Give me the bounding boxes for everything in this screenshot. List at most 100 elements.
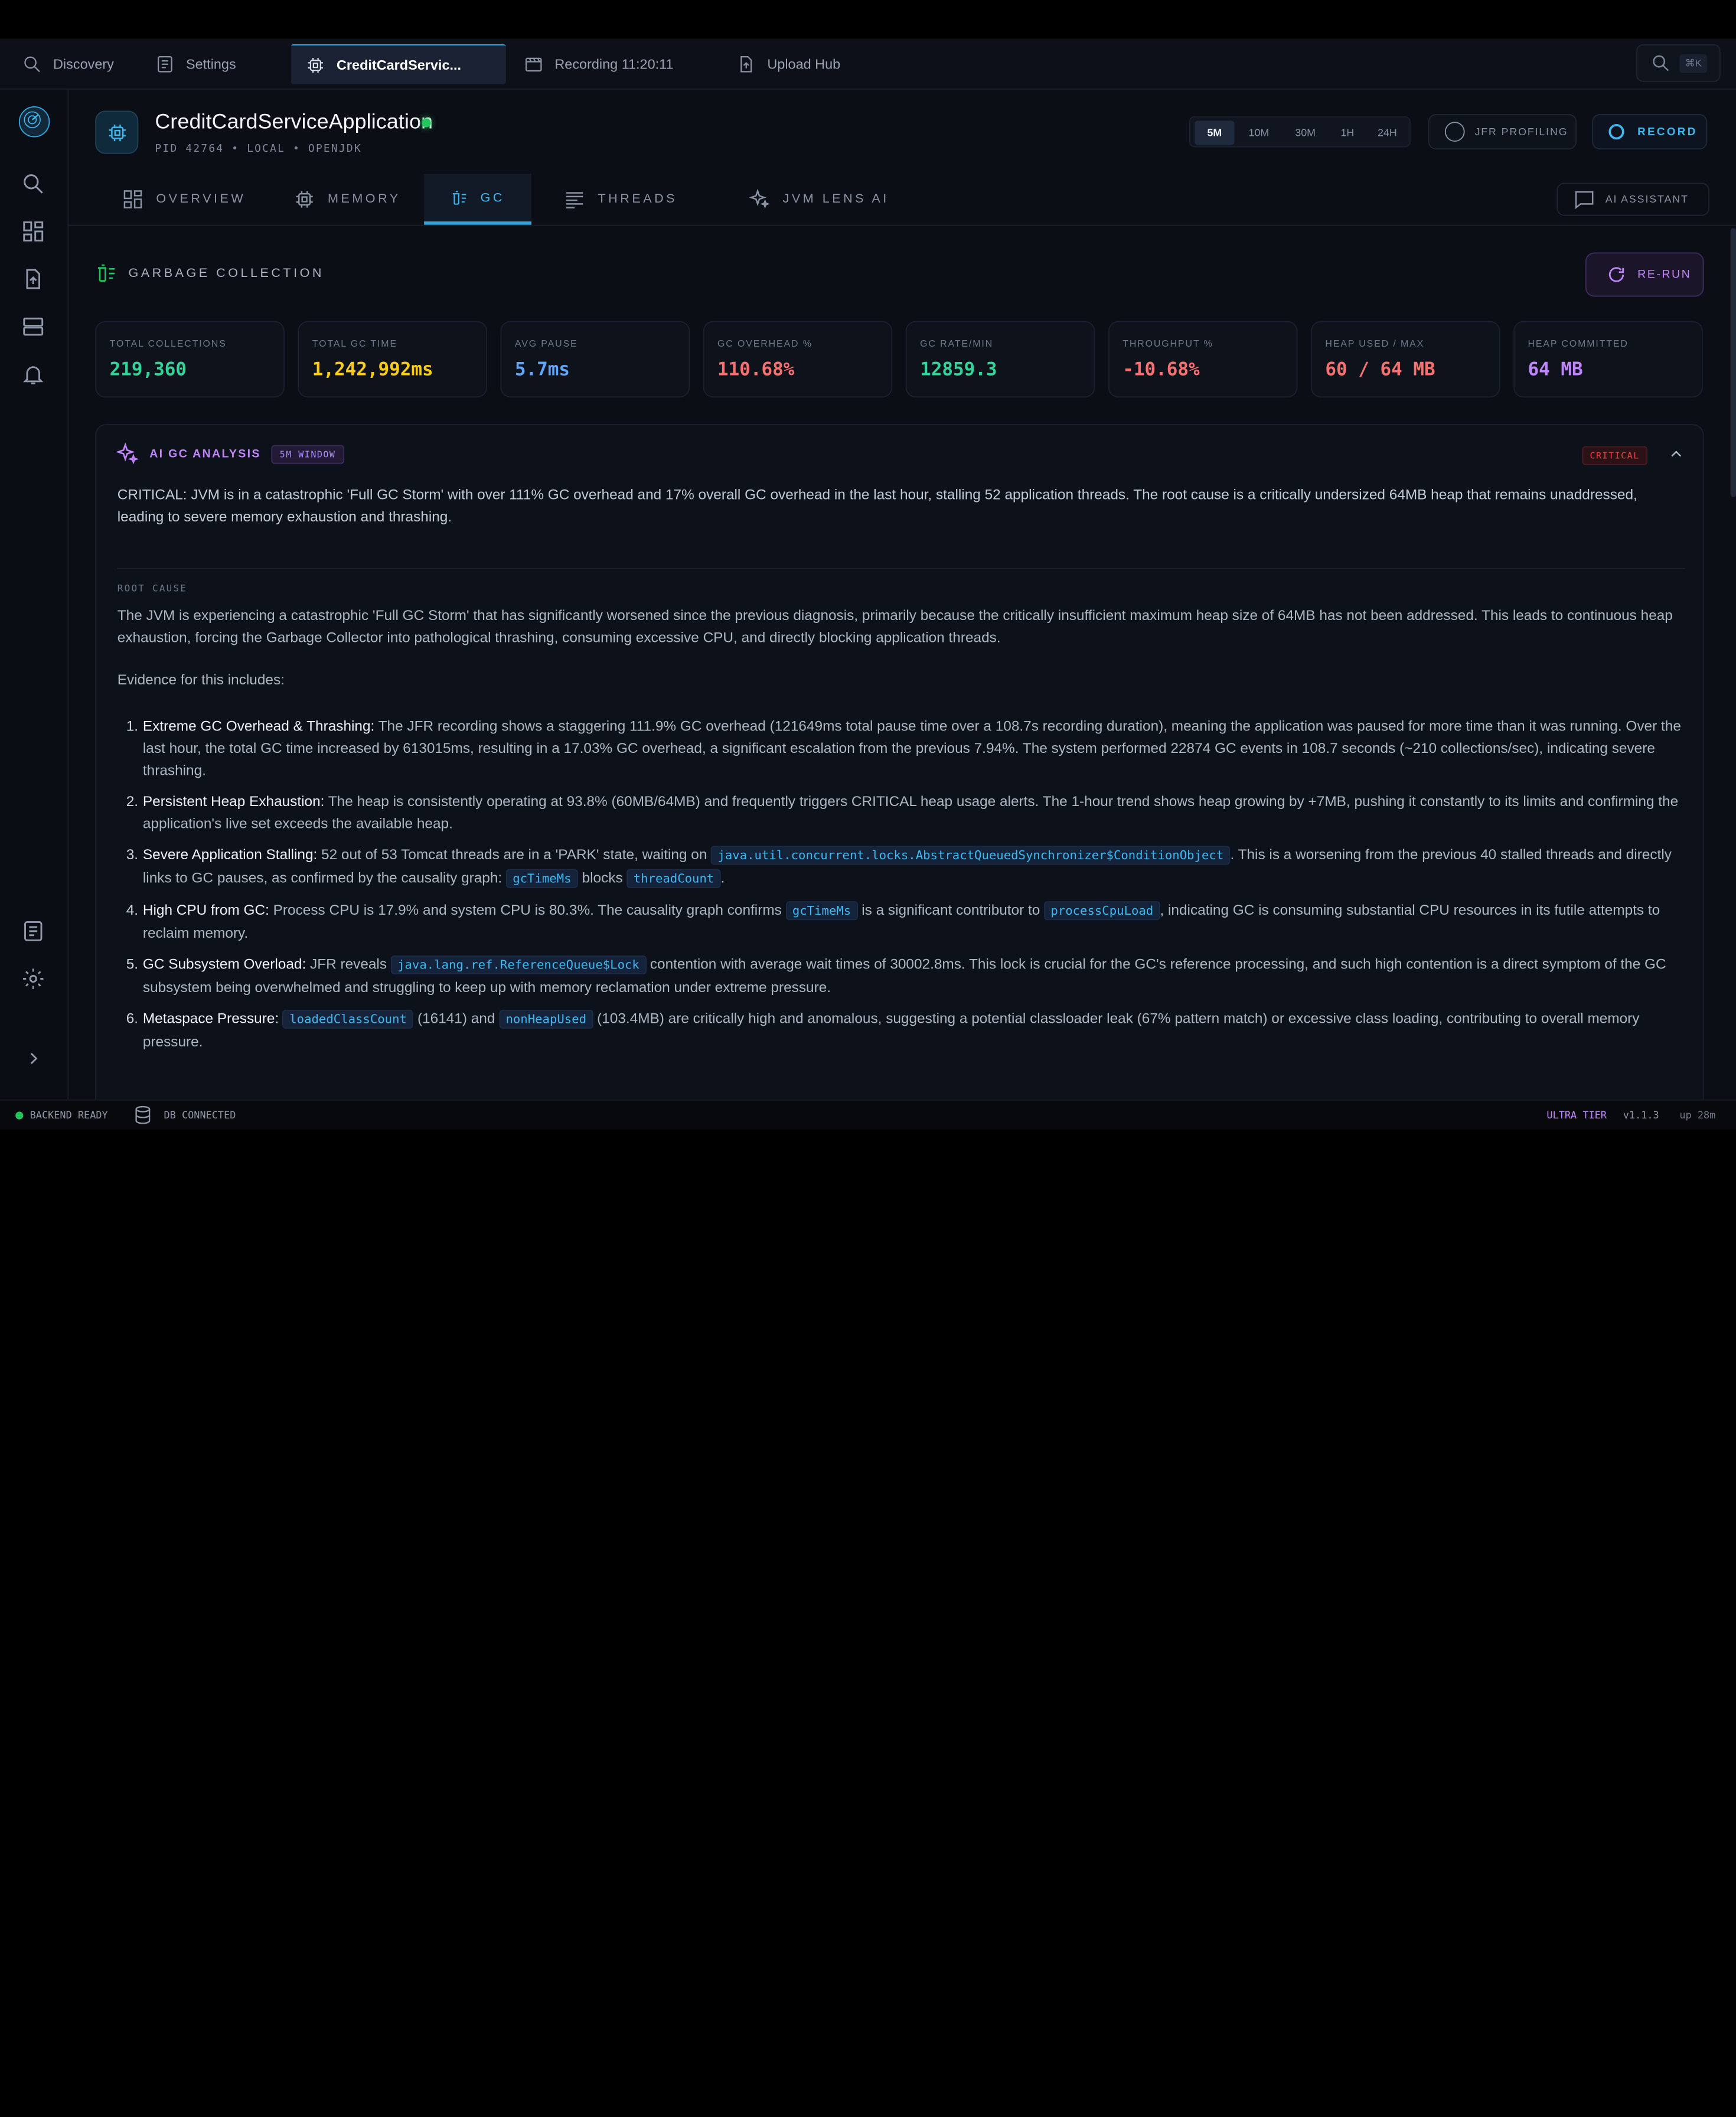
file-upload-icon [740, 56, 752, 73]
stat-label: AVG PAUSE [514, 337, 578, 349]
window-badge: 5M WINDOW [270, 444, 345, 464]
status-dot [422, 118, 431, 128]
collapse-button[interactable] [1668, 445, 1685, 463]
trash-list-icon [452, 190, 466, 204]
stat-label: TOTAL COLLECTIONS [109, 337, 227, 349]
range-1h[interactable]: 1H [1332, 120, 1363, 145]
app-icon [95, 110, 139, 154]
scrollbar[interactable] [1730, 228, 1736, 497]
list-item: 3. Severe Application Stalling: 52 out of… [118, 844, 1685, 890]
ai-analysis-title: AI GC ANALYSIS [149, 447, 261, 461]
tab-creditcardservice[interactable]: CreditCardServic... [291, 44, 506, 84]
range-10m[interactable]: 10M [1239, 120, 1279, 145]
tab-overview[interactable]: OVERVIEW [122, 174, 246, 224]
tab-settings[interactable]: Settings [155, 44, 236, 84]
item-number: 2. [126, 792, 139, 810]
tab-label: Discovery [53, 56, 114, 72]
app-window: Discovery Settings CreditCardServic... R… [0, 0, 1736, 1130]
range-5m[interactable]: 5M [1195, 120, 1235, 145]
tab-label: Settings [186, 56, 236, 72]
code-chip: java.util.concurrent.locks.AbstractQueue… [711, 846, 1231, 865]
document-icon [24, 921, 43, 941]
rerun-button[interactable]: RE-RUN [1585, 252, 1704, 297]
item-number: 5. [126, 955, 139, 973]
tab-memory[interactable]: MEMORY [293, 174, 401, 224]
sidebar-search[interactable] [21, 172, 48, 198]
tab-label: Upload Hub [767, 56, 841, 72]
chat-icon [1575, 191, 1594, 210]
item-text: blocks [577, 869, 627, 886]
item-text: The heap is consistently operating at 93… [142, 792, 1679, 832]
stat-card: HEAP COMMITTED 64 MB [1513, 321, 1703, 398]
tab-gc[interactable]: GC [424, 174, 531, 225]
page-title: CreditCardServiceApplication [155, 110, 433, 134]
backend-status-dot [15, 1111, 24, 1120]
sidebar-expand[interactable] [21, 1046, 48, 1073]
root-cause-text: The JVM is experiencing a catastrophic '… [117, 606, 1673, 646]
item-title: Metaspace Pressure: [142, 1010, 279, 1027]
list-item: 2. Persistent Heap Exhaustion: The heap i… [118, 791, 1685, 835]
sidebar-upload[interactable] [21, 267, 48, 293]
stat-card: TOTAL GC TIME 1,242,992ms [298, 321, 487, 398]
tab-jvm-lens-ai[interactable]: JVM LENS AI [749, 174, 889, 224]
chevron-up-icon [1671, 451, 1682, 457]
shortcut-badge: ⌘K [1679, 53, 1708, 73]
stat-value: 60 / 64 MB [1325, 358, 1435, 380]
tab-label: JVM LENS AI [782, 193, 889, 206]
stat-value: 110.68% [717, 358, 795, 380]
tab-upload-hub[interactable]: Upload Hub [736, 44, 840, 84]
stat-card: GC RATE/MIN 12859.3 [905, 321, 1095, 398]
analysis-summary: CRITICAL: JVM is in a catastrophic 'Full… [117, 486, 1637, 525]
record-button[interactable]: RECORD [1592, 114, 1708, 150]
stat-card: TOTAL COLLECTIONS 219,360 [95, 321, 285, 398]
gear-icon [23, 968, 44, 989]
jfr-profiling-toggle[interactable]: JFR PROFILING [1428, 114, 1577, 150]
sidebar-dashboard[interactable] [21, 219, 48, 246]
stat-label: THROUGHPUT % [1122, 337, 1213, 349]
stat-value: 1,242,992ms [312, 358, 433, 380]
sidebar-logs[interactable] [21, 919, 48, 945]
sparkles-icon [115, 442, 139, 465]
radar-icon [24, 111, 41, 129]
app-logo[interactable] [18, 106, 50, 138]
sidebar-settings[interactable] [21, 967, 48, 993]
tab-threads[interactable]: THREADS [563, 174, 677, 224]
tab-label: Recording 11:20:11 [554, 56, 674, 72]
item-text: is a significant contributor to [857, 901, 1045, 918]
left-sidebar [0, 89, 69, 1100]
server-icon [23, 317, 44, 336]
stat-label: TOTAL GC TIME [312, 337, 397, 349]
global-search-button[interactable]: ⌘K [1636, 44, 1721, 82]
record-label: RECORD [1637, 125, 1698, 138]
uptime-label: up 28m [1679, 1110, 1716, 1122]
item-text: 52 out of 53 Tomcat threads are in a 'PA… [317, 846, 712, 863]
list-item: 1. Extreme GC Overhead & Thrashing: The J… [118, 715, 1685, 782]
ai-analysis-header: AI GC ANALYSIS 5M WINDOW [115, 442, 345, 466]
tab-discovery[interactable]: Discovery [22, 44, 114, 84]
sidebar-alerts[interactable] [21, 362, 48, 389]
chip-icon [308, 57, 324, 73]
list-item: 6. Metaspace Pressure: loadedClassCount (… [118, 1007, 1685, 1053]
range-30m[interactable]: 30M [1283, 120, 1327, 145]
ai-assistant-button[interactable]: AI ASSISTANT [1556, 182, 1709, 216]
search-icon [24, 56, 40, 73]
item-title: GC Subsystem Overload: [142, 955, 306, 973]
item-text: (16141) and [413, 1010, 500, 1027]
stat-card: HEAP USED / MAX 60 / 64 MB [1311, 321, 1500, 398]
sidebar-servers[interactable] [21, 315, 48, 341]
app-meta: PID 42764 • LOCAL • OPENJDK [155, 142, 362, 155]
root-cause-label: ROOT CAUSE [117, 583, 188, 595]
code-chip: threadCount [626, 869, 721, 888]
stat-card: GC OVERHEAD % 110.68% [703, 321, 893, 398]
toggle-ring-icon [1444, 122, 1465, 142]
tab-recording[interactable]: Recording 11:20:11 [524, 44, 674, 84]
backend-status: BACKEND READY [30, 1110, 108, 1122]
list-item: 4. High CPU from GC: Process CPU is 17.9%… [118, 899, 1685, 945]
range-24h[interactable]: 24H [1368, 120, 1408, 145]
status-bar: BACKEND READY DB CONNECTED ULTRA TIER v1… [0, 1099, 1736, 1130]
code-chip: java.lang.ref.ReferenceQueue$Lock [390, 955, 647, 974]
code-chip: gcTimeMs [505, 869, 578, 888]
section-header: GARBAGE COLLECTION [95, 262, 324, 285]
item-title: Persistent Heap Exhaustion: [142, 792, 325, 810]
stat-label: GC RATE/MIN [920, 337, 994, 349]
